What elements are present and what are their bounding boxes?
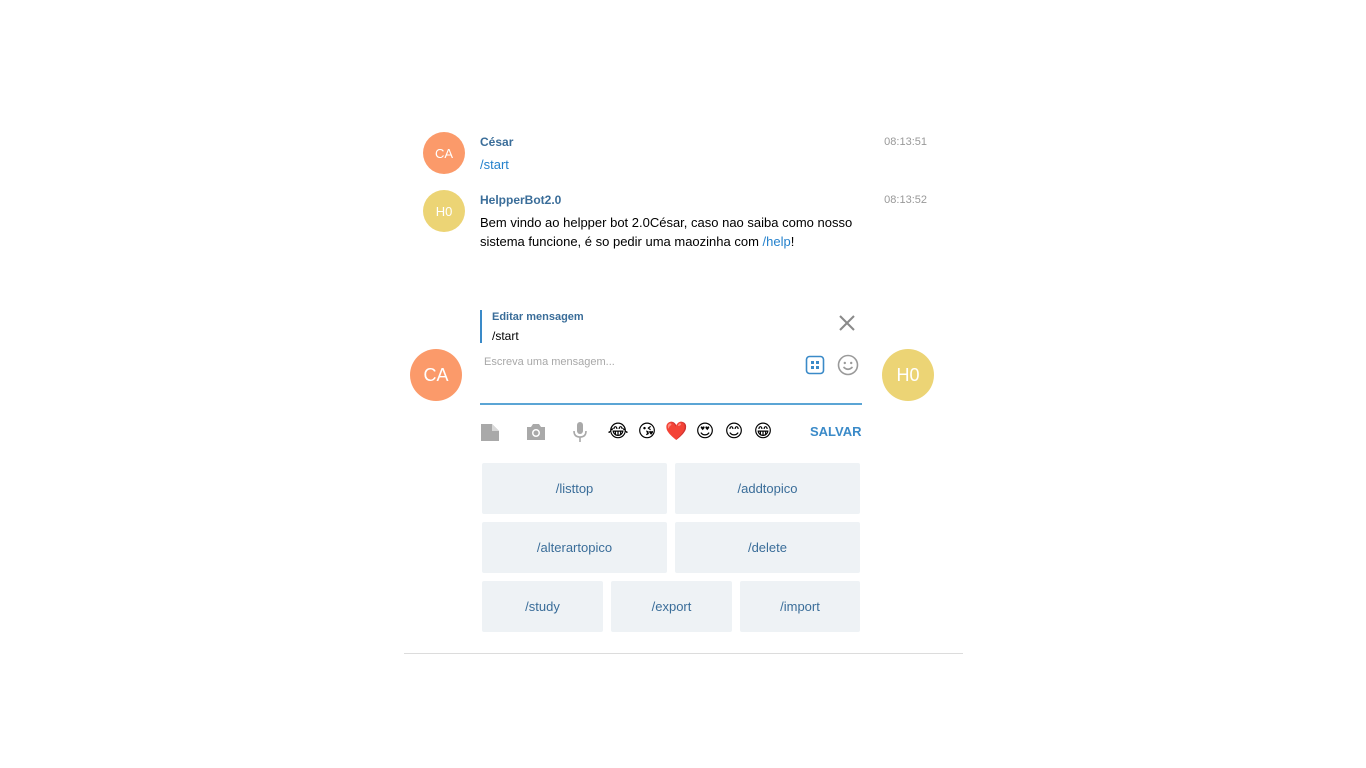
keyboard-button-study[interactable]: /study	[482, 581, 603, 632]
emoji-picker-icon[interactable]	[837, 354, 859, 376]
avatar[interactable]: CA	[423, 132, 465, 174]
avatar[interactable]: H0	[423, 190, 465, 232]
emoji-joy[interactable]: 😂	[607, 421, 629, 443]
commands-icon[interactable]	[805, 355, 825, 375]
command-link[interactable]: /start	[480, 157, 509, 172]
peer-avatar[interactable]: H0	[882, 349, 934, 401]
message-item: HelpperBot2.0 08:13:52 Bem vindo ao help…	[480, 192, 930, 251]
edit-message-title: Editar mensagem	[492, 311, 584, 323]
keyboard-button-import[interactable]: /import	[740, 581, 860, 632]
message-author[interactable]: HelpperBot2.0	[480, 192, 930, 208]
camera-icon[interactable]	[525, 421, 547, 443]
save-button[interactable]: SALVAR	[810, 424, 862, 439]
keyboard-button-export[interactable]: /export	[611, 581, 732, 632]
close-icon[interactable]	[838, 314, 856, 332]
document-icon[interactable]	[479, 421, 501, 443]
help-link[interactable]: /help	[763, 234, 791, 249]
message-input[interactable]	[482, 350, 796, 374]
message-time: 08:13:51	[884, 136, 927, 148]
chat-page: CA César 08:13:51 /start H0 HelpperBot2.…	[0, 0, 1366, 768]
message-text: /start	[480, 155, 870, 174]
message-item: César 08:13:51 /start	[480, 134, 930, 174]
edit-message-text: /start	[492, 329, 519, 343]
microphone-icon[interactable]	[569, 421, 591, 443]
user-avatar[interactable]: CA	[410, 349, 462, 401]
keyboard-button-addtopico[interactable]: /addtopico	[675, 463, 860, 514]
emoji-heart-eyes[interactable]: 😍	[694, 421, 716, 443]
keyboard-button-delete[interactable]: /delete	[675, 522, 860, 573]
emoji-grin[interactable]: 😁	[752, 421, 774, 443]
edit-message-preview: Editar mensagem /start	[480, 310, 864, 343]
message-author[interactable]: César	[480, 134, 930, 150]
message-text-part: !	[790, 234, 795, 249]
emoji-kiss[interactable]: 😘	[636, 421, 658, 443]
divider	[404, 653, 963, 654]
emoji-blush[interactable]: 😊	[723, 421, 745, 443]
message-text: Bem vindo ao helpper bot 2.0César, caso …	[480, 213, 870, 251]
keyboard-button-alterartopico[interactable]: /alterartopico	[482, 522, 667, 573]
emoji-heart[interactable]: ❤️	[665, 421, 687, 443]
message-text-part: Bem vindo ao helpper bot 2.0César, caso …	[480, 215, 853, 249]
keyboard-button-listtop[interactable]: /listtop	[482, 463, 667, 514]
message-time: 08:13:52	[884, 194, 927, 206]
